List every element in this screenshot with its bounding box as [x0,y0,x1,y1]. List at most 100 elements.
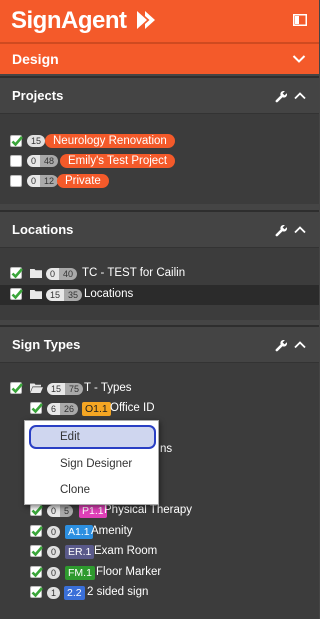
location-checkbox[interactable] [10,288,23,300]
sidebar-panel-icon[interactable] [293,14,307,26]
wrench-icon[interactable] [275,224,288,237]
location-name[interactable]: Locations [84,288,133,300]
project-name-tag[interactable]: Neurology Renovation [45,134,175,148]
location-counts: 15 35 [46,289,83,301]
count-a: 0 [46,268,60,280]
sign-type-count: 0 [47,546,61,558]
sign-type-name[interactable]: Amenity [91,525,133,537]
location-row-selected[interactable]: 15 35 Locations [0,285,319,305]
hidden-row-text-fragment: ns [160,443,173,455]
wrench-icon[interactable] [275,90,288,103]
sign-type-row[interactable]: 0 ER.1 Exam Room [0,542,319,562]
project-checkbox[interactable] [10,155,22,167]
project-counts: 0 48 [27,155,59,167]
chevron-up-icon[interactable] [294,91,306,100]
sign-type-row[interactable]: 0 FM.1 Floor Marker [0,563,319,583]
checkmark-icon [31,505,43,516]
context-menu: Edit Sign Designer Clone [24,420,159,505]
count-b: 40 [59,268,78,280]
checkmark-icon [11,383,23,394]
sign-type-group-row[interactable]: 15 75 T - Types [0,379,319,399]
sign-type-row[interactable]: 0 A1.1 Amenity [0,522,319,542]
sign-type-code: 2.2 [64,586,85,600]
sign-type-name[interactable]: T - Types [84,382,132,394]
checkmark-icon [31,546,43,557]
sign-type-count: 0 [47,567,61,579]
sign-type-count: 1 [47,587,61,599]
count-b: 12 [40,175,59,187]
locations-section-header[interactable]: Locations [0,210,319,248]
sign-type-checkbox[interactable] [30,525,43,537]
sign-type-name[interactable]: 2 sided sign [87,586,148,598]
logo-mark-icon [137,11,155,29]
checkmark-icon [31,587,43,598]
location-row[interactable]: 0 40 TC - TEST for Cailin [0,264,319,284]
count-b: 75 [65,383,84,395]
project-count: 15 [27,135,46,147]
checkmark-icon [31,403,43,414]
location-name[interactable]: TC - TEST for Cailin [82,267,185,279]
chevron-up-icon[interactable] [294,340,306,349]
sign-type-name[interactable]: Physical Therapy [104,504,192,516]
sign-type-code: P1.1 [79,504,107,518]
project-counts: 0 12 [27,175,59,187]
sign-type-counts: 15 75 [47,383,84,395]
sign-type-checkbox[interactable] [10,382,23,394]
sign-type-code: A1.1 [65,525,93,539]
sign-type-checkbox[interactable] [30,545,43,557]
sign-types-section-header[interactable]: Sign Types [0,325,319,363]
design-selector[interactable]: Design [0,44,319,74]
chevron-up-icon[interactable] [294,225,306,234]
checkmark-icon [11,136,23,147]
count-a: 15 [47,383,66,395]
count-b: 5 [60,505,74,517]
sign-type-checkbox[interactable] [30,402,43,414]
count-b: 26 [60,403,79,415]
menu-item-edit[interactable]: Edit [29,425,156,449]
sign-type-checkbox[interactable] [30,566,43,578]
checkmark-icon [31,567,43,578]
project-name-tag[interactable]: Emily's Test Project [60,154,176,168]
sign-type-row[interactable]: 1 2.2 2 sided sign [0,583,319,603]
folder-icon [30,269,42,278]
locations-title: Locations [12,222,74,237]
sign-type-name[interactable]: Exam Room [94,545,157,557]
count-a: 0 [27,155,41,167]
sign-type-checkbox[interactable] [30,504,43,516]
location-counts: 0 40 [46,268,78,280]
project-row[interactable]: 0 12 Private [0,172,319,192]
chevron-down-icon[interactable] [292,54,306,64]
sign-type-name[interactable]: Office ID [110,402,155,414]
menu-item-clone[interactable]: Clone [25,478,158,502]
sign-type-counts: 05 [47,505,74,517]
project-checkbox[interactable] [10,175,22,187]
project-row[interactable]: 15 Neurology Renovation [0,132,319,152]
sign-type-code: O1.1 [82,402,111,416]
folder-icon [30,290,42,299]
app-header: SignAgent [0,0,319,42]
design-label: Design [12,51,59,67]
checkmark-icon [31,526,43,537]
sign-types-title: Sign Types [12,337,81,352]
projects-list: 15 Neurology Renovation 0 48 Emily's Test… [0,114,319,204]
sign-type-name[interactable]: Floor Marker [96,566,161,578]
locations-list: 0 40 TC - TEST for Cailin 15 35 Locations [0,248,319,320]
sign-type-checkbox[interactable] [30,586,43,598]
location-checkbox[interactable] [10,267,23,279]
count-a: 6 [47,403,61,415]
sign-type-count: 0 [47,526,61,538]
count-b: 48 [40,155,59,167]
app-logo[interactable]: SignAgent [11,7,127,35]
sign-type-row[interactable]: 6 26 O1.1 Office ID [0,399,319,419]
menu-item-sign-designer[interactable]: Sign Designer [25,452,158,476]
sign-type-code: FM.1 [65,566,95,580]
folder-open-icon [30,383,43,393]
count-b: 35 [64,289,83,301]
wrench-icon[interactable] [275,339,288,352]
projects-section-header[interactable]: Projects [0,76,319,114]
count-a: 0 [47,505,61,517]
sign-type-counts: 6 26 [47,403,79,415]
project-checkbox[interactable] [10,135,23,147]
project-name-tag[interactable]: Private [57,174,109,188]
project-row[interactable]: 0 48 Emily's Test Project [0,152,319,172]
